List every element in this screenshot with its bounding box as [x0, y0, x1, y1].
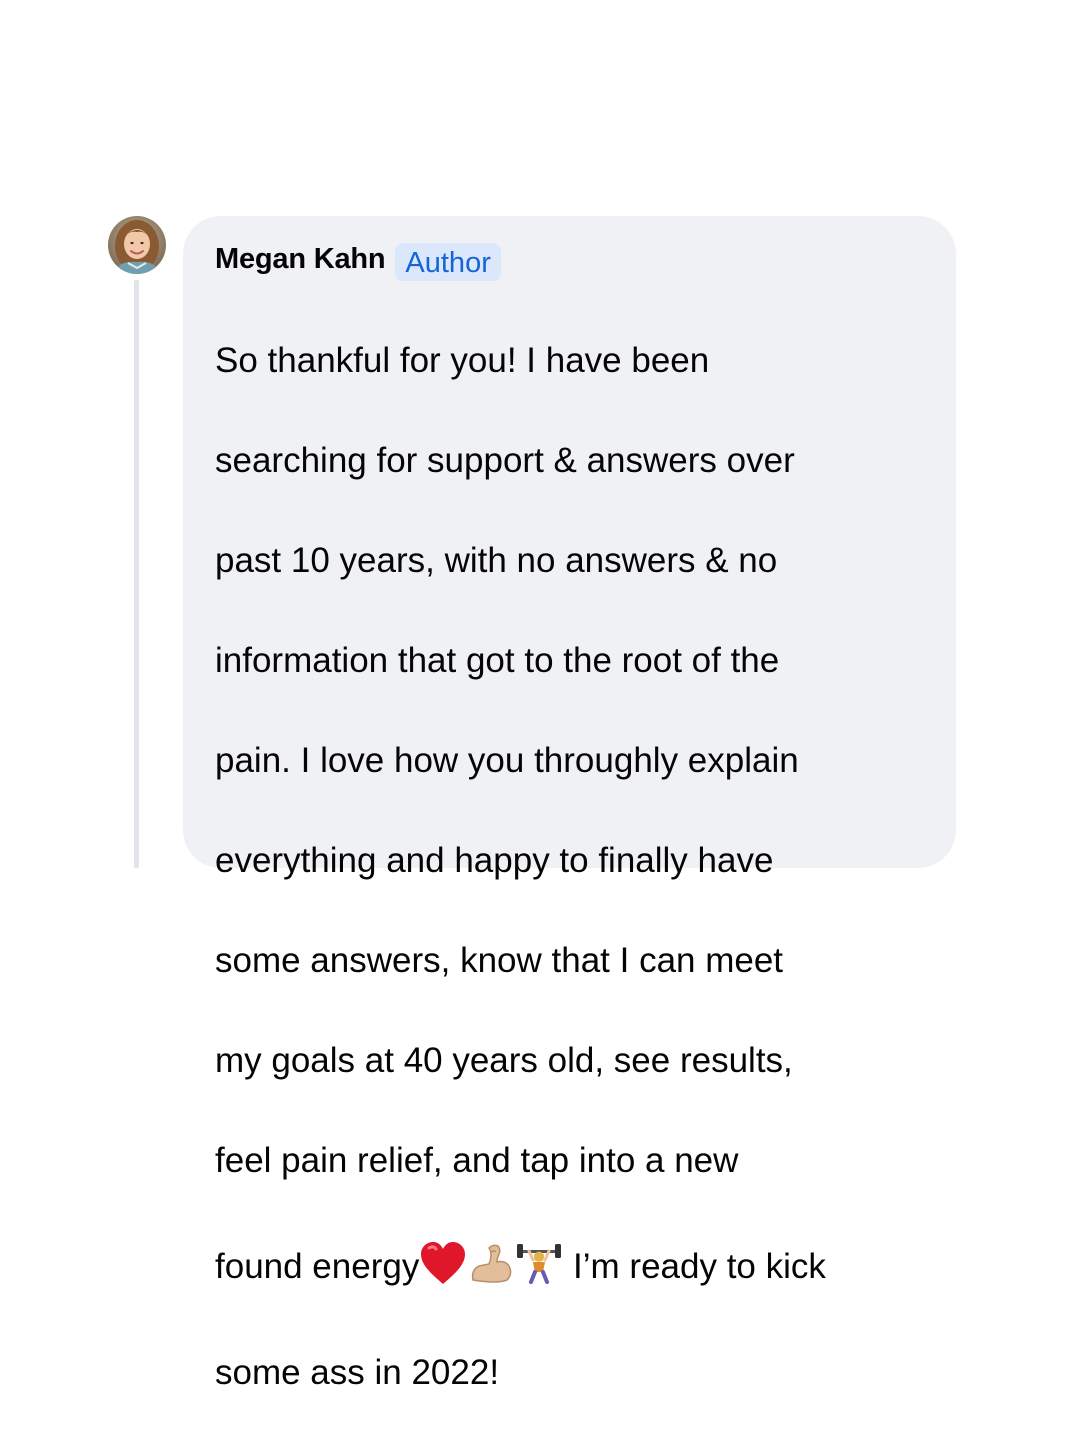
comment-text: So thankful for you! I have been searchi… — [215, 286, 932, 1448]
flexed-biceps-icon — [467, 1240, 515, 1306]
thread-connector-line — [134, 280, 139, 868]
comment-header: Megan Kahn Author — [215, 236, 932, 282]
comment-line: pain. I love how you throughly explain — [215, 741, 799, 780]
author-badge: Author — [395, 243, 501, 281]
weightlifter-icon — [515, 1240, 563, 1306]
comment-line: So thankful for you! I have been — [215, 341, 710, 380]
comment-line: past 10 years, with no answers & no — [215, 541, 778, 580]
comment-line: my goals at 40 years old, see results, — [215, 1041, 793, 1080]
comment-bubble: Megan Kahn Author So thankful for you! I… — [183, 216, 956, 1392]
comment-line: information that got to the root of the — [215, 641, 780, 680]
author-name[interactable]: Megan Kahn — [215, 243, 386, 276]
author-avatar[interactable] — [108, 216, 166, 274]
red-heart-icon — [419, 1240, 467, 1306]
comment-line: some answers, know that I can meet — [215, 941, 784, 980]
user-avatar-photo — [108, 216, 166, 274]
comment-line: some ass in 2022! — [215, 1353, 500, 1392]
comment-text-segment: found energy — [215, 1247, 420, 1286]
comment-text-segment: I’m ready to kick — [563, 1247, 826, 1286]
comment-line: searching for support & answers over — [215, 441, 795, 480]
comment-line: everything and happy to finally have — [215, 841, 774, 880]
comment-line-with-emoji: found energy I’m ready to kick — [215, 1236, 932, 1298]
comment-line: feel pain relief, and tap into a new — [215, 1141, 739, 1180]
